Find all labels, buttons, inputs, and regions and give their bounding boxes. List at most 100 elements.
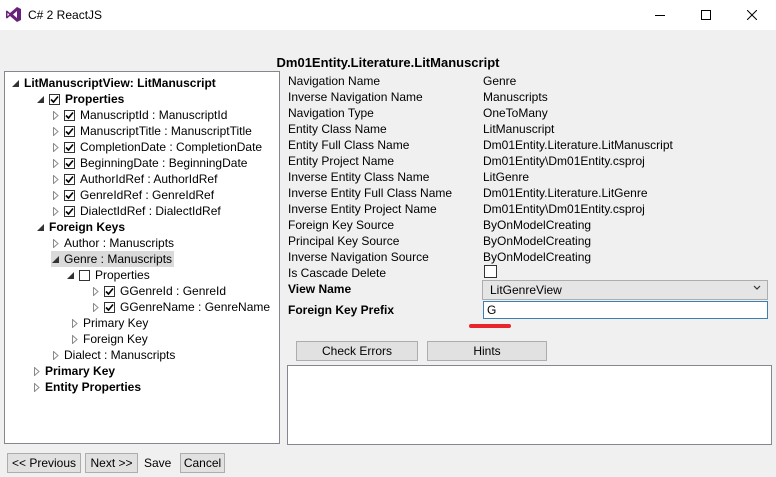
tree-node-foreign-keys[interactable]: Foreign Keys (36, 219, 125, 235)
tree-node-property[interactable]: AuthorIdRef : AuthorIdRef (51, 171, 217, 187)
tree-node-label: Foreign Key (83, 332, 148, 346)
collapsed-arrow-icon[interactable] (51, 187, 60, 203)
expanded-arrow-icon[interactable] (36, 91, 45, 107)
tree-node-property[interactable]: ManuscriptId : ManuscriptId (51, 107, 227, 123)
collapsed-arrow-icon[interactable] (70, 331, 79, 347)
tree-node-label: ManuscriptId : ManuscriptId (80, 108, 228, 122)
property-checkbox[interactable] (64, 173, 75, 185)
expanded-arrow-icon[interactable] (11, 75, 20, 91)
property-checkbox[interactable] (64, 205, 75, 217)
collapsed-arrow-icon[interactable] (51, 123, 60, 139)
cancel-button[interactable]: Cancel (180, 453, 225, 473)
detail-value: Dm01Entity\Dm01Entity.csproj (483, 202, 645, 216)
next-button[interactable]: Next >> (85, 453, 138, 473)
minimize-icon (655, 15, 665, 16)
maximize-button[interactable] (683, 0, 729, 30)
tree-node-fk-dialect[interactable]: Dialect : Manuscripts (51, 347, 175, 363)
tree-node-label: Properties (65, 92, 125, 106)
chevron-down-icon (753, 285, 761, 290)
fk-prefix-input[interactable] (483, 301, 768, 319)
collapsed-arrow-icon[interactable] (51, 235, 60, 251)
tree-node-property[interactable]: CompletionDate : CompletionDate (51, 139, 262, 155)
view-name-selected: LitGenreView (490, 283, 562, 297)
detail-label: Navigation Name (288, 74, 381, 88)
entity-tree[interactable]: LitManuscriptView: LitManuscript Propert… (4, 71, 280, 444)
tree-node-label: Properties (95, 268, 150, 282)
property-checkbox[interactable] (64, 141, 75, 153)
tree-node-fk-genre[interactable]: Genre : Manuscripts (51, 251, 175, 267)
maximize-icon (701, 10, 711, 20)
property-checkbox[interactable] (64, 157, 75, 169)
detail-label: Entity Full Class Name (288, 138, 410, 152)
page-title: Dm01Entity.Literature.LitManuscript (276, 55, 500, 70)
expanded-arrow-icon[interactable] (66, 267, 75, 283)
collapsed-arrow-icon[interactable] (91, 283, 100, 299)
tree-node-label: Dialect : Manuscripts (64, 348, 176, 362)
property-checkbox[interactable] (64, 189, 75, 201)
checkmark-icon (65, 175, 74, 183)
detail-label: Inverse Navigation Source (288, 250, 429, 264)
cascade-delete-checkbox[interactable] (484, 265, 497, 278)
collapsed-arrow-icon[interactable] (51, 347, 60, 363)
tree-node-entity-properties[interactable]: Entity Properties (32, 379, 141, 395)
property-checkbox[interactable] (64, 109, 75, 121)
checkmark-icon (65, 159, 74, 167)
tree-node-genre-primary-key[interactable]: Primary Key (70, 315, 148, 331)
expanded-arrow-icon[interactable] (51, 251, 60, 267)
tree-node-genre-properties[interactable]: Properties (66, 267, 150, 283)
checkmark-icon (65, 191, 74, 199)
detail-value: Dm01Entity.Literature.LitManuscript (483, 138, 673, 152)
properties-checkbox[interactable] (49, 93, 60, 105)
collapsed-arrow-icon[interactable] (51, 107, 60, 123)
property-checkbox[interactable] (104, 301, 115, 313)
window-title: C# 2 ReactJS (28, 8, 103, 22)
save-button[interactable]: Save (144, 456, 171, 470)
collapsed-arrow-icon[interactable] (91, 299, 100, 315)
close-icon (747, 10, 757, 20)
tree-node-properties[interactable]: Properties (36, 91, 124, 107)
tree-node-genre-property[interactable]: GGenreId : GenreId (91, 283, 226, 299)
collapsed-arrow-icon[interactable] (70, 315, 79, 331)
genre-properties-checkbox[interactable] (79, 269, 90, 281)
detail-value: Manuscripts (483, 90, 548, 104)
tree-node-label: AuthorIdRef : AuthorIdRef (80, 172, 218, 186)
tree-node-primary-key[interactable]: Primary Key (32, 363, 115, 379)
detail-label: Entity Class Name (288, 122, 387, 136)
collapsed-arrow-icon[interactable] (32, 363, 41, 379)
tree-node-root[interactable]: LitManuscriptView: LitManuscript (11, 75, 216, 91)
tree-node-property[interactable]: DialectIdRef : DialectIdRef (51, 203, 221, 219)
detail-label: Is Cascade Delete (288, 266, 387, 280)
collapsed-arrow-icon[interactable] (51, 203, 60, 219)
tree-node-label: GGenreName : GenreName (120, 300, 271, 314)
detail-label: Entity Project Name (288, 154, 395, 168)
detail-label: Navigation Type (288, 106, 374, 120)
tree-node-genre-property[interactable]: GGenreName : GenreName (91, 299, 270, 315)
collapsed-arrow-icon[interactable] (32, 379, 41, 395)
check-errors-button[interactable]: Check Errors (296, 341, 418, 361)
collapsed-arrow-icon[interactable] (51, 171, 60, 187)
detail-label: Inverse Entity Full Class Name (288, 186, 453, 200)
detail-label: Inverse Entity Project Name (288, 202, 437, 216)
minimize-button[interactable] (637, 0, 683, 30)
expanded-arrow-icon[interactable] (36, 219, 45, 235)
tree-node-property[interactable]: BeginningDate : BeginningDate (51, 155, 247, 171)
checkmark-icon (50, 95, 59, 103)
detail-value: ByOnModelCreating (483, 250, 592, 264)
detail-value: Dm01Entity.Literature.LitGenre (483, 186, 648, 200)
output-textbox[interactable] (287, 365, 772, 445)
tree-node-fk-author[interactable]: Author : Manuscripts (51, 235, 174, 251)
hints-button[interactable]: Hints (427, 341, 547, 361)
detail-value: LitGenre (483, 170, 530, 184)
detail-value: LitManuscript (483, 122, 555, 136)
previous-button[interactable]: << Previous (7, 453, 81, 473)
tree-node-property[interactable]: ManuscriptTitle : ManuscriptTitle (51, 123, 252, 139)
tree-node-genre-foreign-key[interactable]: Foreign Key (70, 331, 148, 347)
close-button[interactable] (729, 0, 775, 30)
property-checkbox[interactable] (64, 125, 75, 137)
tree-node-label: BeginningDate : BeginningDate (80, 156, 248, 170)
collapsed-arrow-icon[interactable] (51, 155, 60, 171)
collapsed-arrow-icon[interactable] (51, 139, 60, 155)
tree-node-property[interactable]: GenreIdRef : GenreIdRef (51, 187, 214, 203)
property-checkbox[interactable] (104, 285, 115, 297)
view-name-select[interactable]: LitGenreView (482, 280, 768, 300)
